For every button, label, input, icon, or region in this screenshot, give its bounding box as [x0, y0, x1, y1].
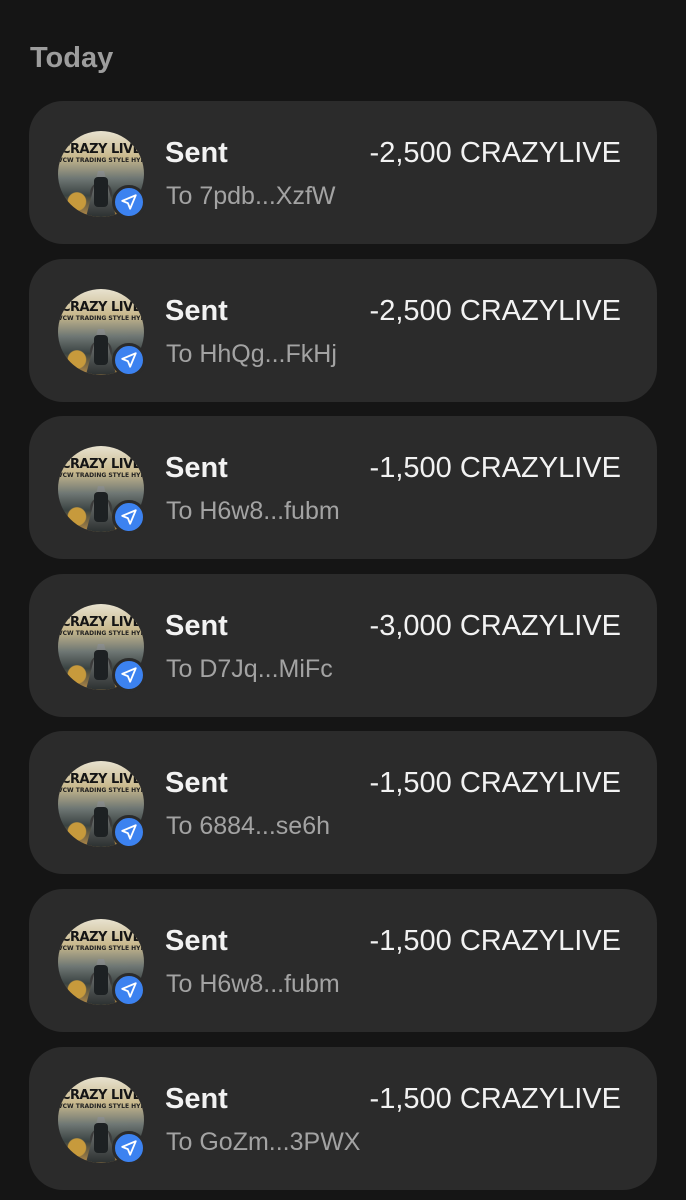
transaction-row[interactable]: CRAZY LIVE VCW TRADING STYLE HYLJ Sent -…	[29, 1046, 657, 1190]
send-arrow-icon	[112, 500, 146, 535]
transaction-type: Sent	[165, 452, 228, 485]
transaction-row[interactable]: CRAZY LIVE VCW TRADING STYLE HYLJ Sent -…	[29, 731, 657, 875]
token-logo-subtext: VCW TRADING STYLE HYLJ	[58, 787, 144, 795]
send-arrow-icon	[112, 815, 146, 850]
transaction-recipient: To 6884...se6h	[166, 812, 331, 841]
transaction-row[interactable]: CRAZY LIVE VCW TRADING STYLE HYLJ Sent -…	[29, 101, 657, 244]
transaction-type: Sent	[165, 294, 228, 327]
transaction-amount: -3,000 CRAZYLIVE	[369, 609, 621, 642]
transaction-amount: -1,500 CRAZYLIVE	[369, 452, 621, 485]
transaction-type: Sent	[165, 767, 228, 800]
transaction-amount: -1,500 CRAZYLIVE	[369, 767, 621, 800]
token-logo-text: CRAZY LIVE	[60, 299, 142, 315]
token-logo-subtext: VCW TRADING STYLE HYLJ	[58, 629, 144, 637]
transaction-type: Sent	[165, 924, 228, 957]
activity-page: Today CRAZY LIVE VCW TRADING STYLE HYLJ …	[0, 0, 686, 1200]
send-arrow-icon	[112, 657, 146, 692]
token-logo-text: CRAZY LIVE	[60, 929, 142, 945]
transaction-amount: -2,500 CRAZYLIVE	[369, 137, 621, 169]
transaction-row[interactable]: CRAZY LIVE VCW TRADING STYLE HYLJ Sent -…	[29, 888, 657, 1032]
transaction-recipient: To HhQg...FkHj	[166, 339, 337, 368]
send-arrow-icon	[112, 1130, 146, 1165]
token-logo-text: CRAZY LIVE	[60, 142, 142, 157]
transaction-row[interactable]: CRAZY LIVE VCW TRADING STYLE HYLJ Sent -…	[29, 416, 657, 560]
transaction-row[interactable]: CRAZY LIVE VCW TRADING STYLE HYLJ Sent -…	[29, 573, 657, 717]
transaction-list: CRAZY LIVE VCW TRADING STYLE HYLJ Sent -…	[29, 101, 657, 1200]
send-arrow-icon	[112, 972, 146, 1007]
transaction-recipient: To 7pdb...XzfW	[166, 182, 336, 210]
token-logo-subtext: VCW TRADING STYLE HYLJ	[58, 157, 144, 164]
token-logo-text: CRAZY LIVE	[60, 614, 142, 630]
token-logo-text: CRAZY LIVE	[60, 457, 142, 473]
transaction-type: Sent	[165, 137, 228, 169]
send-arrow-icon	[112, 342, 146, 377]
transaction-recipient: To D7Jq...MiFc	[166, 654, 333, 683]
token-logo-subtext: VCW TRADING STYLE HYLJ	[58, 1102, 144, 1110]
transaction-recipient: To H6w8...fubm	[166, 497, 340, 526]
token-logo-subtext: VCW TRADING STYLE HYLJ	[58, 314, 144, 322]
token-logo-text: CRAZY LIVE	[60, 772, 142, 788]
transaction-type: Sent	[165, 1082, 228, 1115]
transaction-type: Sent	[165, 609, 228, 642]
transaction-amount: -2,500 CRAZYLIVE	[369, 294, 621, 327]
transaction-amount: -1,500 CRAZYLIVE	[369, 1082, 621, 1115]
transaction-recipient: To GoZm...3PWX	[166, 1127, 361, 1156]
token-logo-subtext: VCW TRADING STYLE HYLJ	[58, 944, 144, 952]
send-arrow-icon	[112, 185, 146, 219]
transaction-amount: -1,500 CRAZYLIVE	[369, 924, 621, 957]
transaction-row[interactable]: CRAZY LIVE VCW TRADING STYLE HYLJ Sent -…	[29, 258, 657, 402]
token-logo-subtext: VCW TRADING STYLE HYLJ	[58, 472, 144, 480]
transaction-recipient: To H6w8...fubm	[166, 969, 340, 998]
token-logo-text: CRAZY LIVE	[60, 1087, 142, 1103]
section-title-today: Today	[30, 42, 114, 74]
